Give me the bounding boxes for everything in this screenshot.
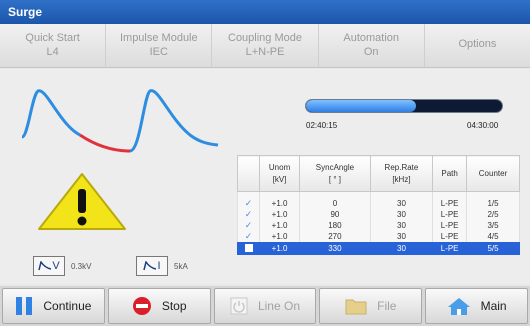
table-row[interactable]: ✓ +1.0 0 30 L-PE 1/5 — [237, 197, 520, 209]
cell-angle: 180 — [299, 219, 371, 231]
line-on-icon — [230, 297, 248, 315]
tab-value: IEC — [149, 46, 168, 58]
surge-sequence-table: Unom [kV] SyncAngle[ ° ] Rep.Rate [kHz] Pa… — [237, 155, 520, 255]
cell-path: L-PE — [432, 219, 467, 231]
settings-tabs: Quick Start L4 Impulse Module IEC Coupli… — [0, 24, 530, 68]
tab-label: Options — [458, 38, 497, 50]
table-row[interactable]: ✓ +1.0 90 30 L-PE 2/5 — [237, 208, 520, 220]
current-symbol: I — [157, 260, 161, 272]
continue-button[interactable]: Continue — [2, 288, 105, 324]
main-panel: 02:40:15 04:30:00 V 0.3kV I 5kA Unom [kV]… — [0, 69, 530, 284]
progress-fill — [306, 100, 416, 112]
cell-angle: 90 — [299, 208, 371, 220]
warning-icon — [38, 173, 126, 230]
file-button[interactable]: File — [319, 288, 423, 324]
tab-value: L+N-PE — [245, 46, 285, 58]
cell-rate: 30 — [369, 230, 434, 242]
cell-rate: 30 — [369, 197, 434, 209]
tab-label: Coupling Mode — [228, 32, 302, 44]
check-icon: ✓ — [237, 208, 260, 220]
checkbox[interactable] — [237, 241, 260, 255]
cell-counter: 2/5 — [466, 208, 520, 220]
button-label: Main — [480, 299, 507, 313]
cell-path: L-PE — [432, 230, 467, 242]
surge-waveform-icon — [20, 89, 219, 153]
tab-label: Quick Start — [25, 32, 80, 44]
cell-counter: 1/5 — [466, 197, 520, 209]
main-button[interactable]: Main — [425, 288, 528, 324]
cell-path: L-PE — [432, 197, 467, 209]
tab-label: Automation — [343, 32, 400, 44]
cell-counter: 4/5 — [466, 230, 520, 242]
folder-icon — [345, 297, 367, 315]
check-icon: ✓ — [237, 197, 260, 209]
voltage-waveform-icon[interactable]: V — [33, 256, 65, 276]
status-column-header — [237, 155, 260, 192]
cell-unom: +1.0 — [258, 197, 301, 209]
column-header-syncangle: SyncAngle[ ° ] — [299, 155, 371, 192]
cell-unom: +1.0 — [258, 230, 301, 242]
test-progress-bar — [305, 99, 503, 113]
tab-value: On — [363, 46, 379, 58]
cell-angle: 330 — [299, 241, 371, 255]
cell-unom: +1.0 — [258, 219, 301, 231]
cell-path: L-PE — [432, 208, 467, 220]
tab-value: L4 — [46, 46, 59, 58]
total-time: 04:30:00 — [467, 121, 499, 130]
cell-path: L-PE — [432, 241, 467, 255]
button-label: Continue — [43, 299, 92, 313]
voltage-value: 0.3kV — [71, 261, 92, 271]
cell-unom: +1.0 — [258, 208, 301, 220]
column-header-reprate: Rep.Rate [kHz] — [369, 155, 434, 192]
cell-counter: 5/5 — [466, 241, 520, 255]
cell-angle: 270 — [299, 230, 371, 242]
check-icon: ✓ — [237, 219, 260, 231]
tab-coupling-mode[interactable]: Coupling Mode L+N-PE — [212, 24, 319, 67]
home-icon — [447, 296, 471, 316]
cell-counter: 3/5 — [466, 219, 520, 231]
cell-unom: +1.0 — [258, 241, 301, 255]
tab-label: Impulse Module — [119, 32, 198, 44]
cell-rate: 30 — [369, 241, 434, 255]
cell-angle: 0 — [299, 197, 371, 209]
table-row-selected[interactable]: +1.0 330 30 L-PE 5/5 — [237, 241, 520, 255]
cell-rate: 30 — [369, 208, 434, 220]
button-label: Line On — [257, 299, 300, 313]
tab-impulse-module[interactable]: Impulse Module IEC — [106, 24, 213, 67]
tab-quick-start[interactable]: Quick Start L4 — [0, 24, 107, 67]
cell-rate: 30 — [369, 219, 434, 231]
tab-automation[interactable]: Automation On — [319, 24, 425, 67]
column-header-unom: Unom [kV] — [258, 155, 301, 192]
current-value: 5kA — [174, 261, 188, 271]
tab-options[interactable]: Options — [425, 24, 530, 67]
app-title: Surge — [0, 0, 530, 24]
bottom-toolbar: Continue Stop Line On File Main — [0, 286, 530, 326]
current-meter: I 5kA — [136, 256, 188, 276]
voltage-meter: V 0.3kV — [33, 256, 91, 276]
table-row[interactable]: ✓ +1.0 270 30 L-PE 4/5 — [237, 230, 520, 242]
check-icon: ✓ — [237, 230, 260, 242]
voltage-symbol: V — [52, 260, 60, 272]
pause-icon — [15, 296, 33, 316]
line-on-button[interactable]: Line On — [213, 288, 317, 324]
column-header-counter: Counter — [466, 155, 520, 192]
current-waveform-icon[interactable]: I — [136, 256, 168, 276]
column-header-path: Path — [432, 155, 467, 192]
elapsed-time: 02:40:15 — [306, 121, 338, 130]
button-label: File — [377, 299, 397, 313]
stop-button[interactable]: Stop — [107, 288, 211, 324]
table-row[interactable]: ✓ +1.0 180 30 L-PE 3/5 — [237, 219, 520, 231]
stop-icon — [132, 296, 152, 316]
button-label: Stop — [161, 299, 187, 313]
